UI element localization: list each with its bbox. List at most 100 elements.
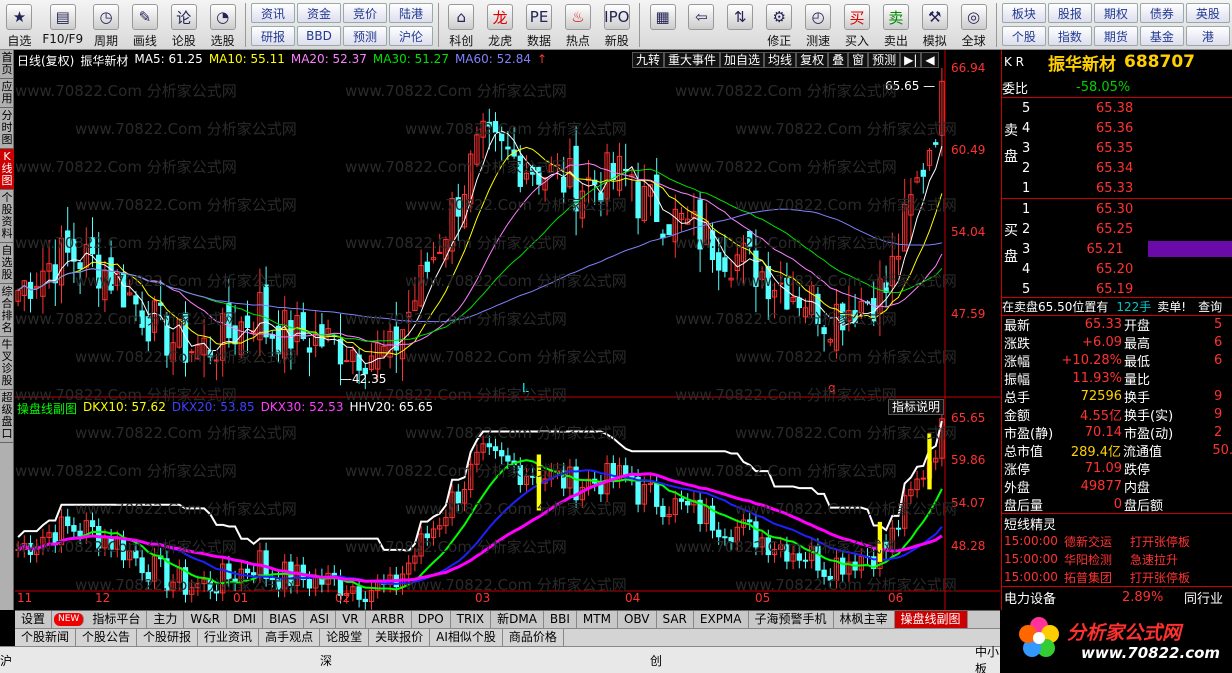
indicator-tab[interactable]: 子海预警手机 bbox=[749, 611, 834, 628]
info-tab[interactable]: 商品价格 bbox=[503, 629, 564, 646]
info-tab[interactable]: 高手观点 bbox=[259, 629, 321, 646]
chart-tool-button[interactable]: 预测 bbox=[868, 52, 901, 68]
buy-price[interactable]: 65.21 bbox=[1086, 242, 1123, 257]
vtab-item[interactable]: 自选股 bbox=[0, 243, 14, 284]
toolbar-kechuang-button[interactable]: ⌂ 科创 bbox=[442, 0, 481, 49]
indicator-tab[interactable]: EXPMA bbox=[694, 611, 749, 628]
chart-tool-button[interactable]: 重大事件 bbox=[664, 52, 721, 68]
kline-chart-svg[interactable]: 66.94 60.49 54.04 47.59 65.65 59.86 54.07 48.28… bbox=[15, 50, 1000, 610]
toolbar-small-button[interactable]: 陆港 bbox=[388, 3, 433, 23]
sector-name[interactable]: 电力设备 bbox=[1002, 588, 1122, 607]
sell-price[interactable]: 65.33 bbox=[1096, 181, 1133, 196]
toolbar-market-button[interactable]: 期权 bbox=[1093, 3, 1138, 23]
toolbar-market-button[interactable]: 英股 bbox=[1185, 3, 1230, 23]
vtab-item[interactable]: 首页 bbox=[0, 50, 14, 79]
query-link[interactable]: 查询 bbox=[1198, 298, 1222, 315]
indicator-tab[interactable]: DPO bbox=[412, 611, 451, 628]
vtab-item[interactable]: 超级盘口 bbox=[0, 390, 14, 443]
toolbar-small-button[interactable]: 资金 bbox=[296, 3, 341, 23]
chart-tool-button[interactable]: 加自选 bbox=[720, 52, 765, 68]
indicator-tab[interactable]: TRIX bbox=[451, 611, 492, 628]
indicator-tab[interactable]: ASI bbox=[304, 611, 337, 628]
indicator-tab[interactable]: 指标平台 bbox=[86, 611, 148, 628]
sell-price[interactable]: 65.34 bbox=[1096, 161, 1133, 176]
toolbar-discuss-button[interactable]: 论论股 bbox=[164, 0, 203, 49]
toolbar-small-button[interactable]: 沪伦 bbox=[388, 26, 433, 46]
toolbar-small-button[interactable]: 竞价 bbox=[342, 3, 387, 23]
short-stock[interactable]: 华阳检测 bbox=[1064, 551, 1130, 568]
toolbar-market-button[interactable]: 基金 bbox=[1139, 26, 1184, 46]
buy-price[interactable]: 65.30 bbox=[1096, 202, 1133, 217]
chart-tool-button[interactable]: ◀ bbox=[921, 52, 939, 68]
indicator-tab[interactable]: DMI bbox=[227, 611, 264, 628]
toolbar-market-button[interactable]: 指数 bbox=[1047, 26, 1092, 46]
toolbar-hammer-button[interactable]: ⚒ 模拟 bbox=[915, 0, 954, 49]
short-stock[interactable]: 德新交运 bbox=[1064, 533, 1130, 550]
chart-tool-button[interactable]: ▶| bbox=[900, 52, 922, 68]
indicator-tab[interactable]: MTM bbox=[577, 611, 618, 628]
vtab-item[interactable]: 个股资料 bbox=[0, 190, 14, 243]
toolbar-small-button[interactable]: 资讯 bbox=[250, 3, 295, 23]
indicator-tab[interactable]: 设置 bbox=[15, 611, 53, 628]
market-status-item[interactable]: 创 bbox=[650, 652, 662, 669]
info-tab[interactable]: 个股新闻 bbox=[15, 629, 77, 646]
toolbar-windows-button[interactable]: ▦ bbox=[643, 0, 682, 49]
info-tab[interactable]: 个股研报 bbox=[137, 629, 199, 646]
toolbar-buy-button[interactable]: 买买入 bbox=[838, 0, 877, 49]
chart-tool-button[interactable]: 叠 bbox=[828, 52, 849, 68]
sell-price[interactable]: 65.35 bbox=[1096, 141, 1133, 156]
vtab-item[interactable]: 分时图 bbox=[0, 108, 14, 149]
same-industry-button[interactable]: 同行业 bbox=[1184, 588, 1223, 607]
chart-tool-button[interactable]: 复权 bbox=[796, 52, 829, 68]
indicator-help-button[interactable]: 指标说明 bbox=[888, 399, 945, 415]
toolbar-clock-button[interactable]: ◷ 周期 bbox=[87, 0, 126, 49]
vtab-item[interactable]: 应用 bbox=[0, 79, 14, 108]
indicator-tab[interactable]: 林枫主宰 bbox=[834, 611, 895, 628]
toolbar-market-button[interactable]: 板块 bbox=[1001, 3, 1046, 23]
buy-price[interactable]: 65.20 bbox=[1096, 262, 1133, 277]
info-tab[interactable]: 论股堂 bbox=[320, 629, 370, 646]
indicator-tab[interactable]: BIAS bbox=[263, 611, 304, 628]
indicator-tab[interactable]: NEW bbox=[54, 613, 85, 626]
toolbar-small-button[interactable]: 研报 bbox=[250, 26, 295, 46]
toolbar-small-button[interactable]: 预测 bbox=[342, 26, 387, 46]
market-status-item[interactable]: 沪 bbox=[0, 652, 12, 669]
market-status-item[interactable]: 深 bbox=[320, 652, 332, 669]
info-tab[interactable]: 个股公告 bbox=[76, 629, 138, 646]
chart-tool-button[interactable]: 均线 bbox=[764, 52, 797, 68]
toolbar-hot-button[interactable]: ♨ 热点 bbox=[559, 0, 598, 49]
indicator-tab[interactable]: OBV bbox=[618, 611, 657, 628]
indicator-tab[interactable]: VR bbox=[336, 611, 366, 628]
info-tab[interactable]: 行业资讯 bbox=[198, 629, 260, 646]
toolbar-globe-button[interactable]: ◎ 全球 bbox=[954, 0, 993, 49]
toolbar-market-button[interactable]: 个股 bbox=[1001, 26, 1046, 46]
toolbar-speed-button[interactable]: ◴ 测速 bbox=[799, 0, 838, 49]
info-tab[interactable]: AI相似个股 bbox=[430, 629, 503, 646]
sell-price[interactable]: 65.36 bbox=[1096, 121, 1133, 136]
buy-price[interactable]: 65.25 bbox=[1096, 222, 1133, 237]
toolbar-fix-button[interactable]: ⚙ 修正 bbox=[760, 0, 799, 49]
indicator-tab[interactable]: 新DMA bbox=[491, 611, 544, 628]
chart-tool-button[interactable]: 九转 bbox=[632, 52, 665, 68]
toolbar-market-button[interactable]: 港 bbox=[1185, 26, 1230, 46]
toolbar-market-button[interactable]: 债券 bbox=[1139, 3, 1184, 23]
chart-tool-button[interactable]: 窗 bbox=[848, 52, 869, 68]
buy-price[interactable]: 65.19 bbox=[1096, 282, 1133, 297]
indicator-tab[interactable]: W&R bbox=[184, 611, 227, 628]
toolbar-back-arrow-button[interactable]: ⇦ bbox=[682, 0, 721, 49]
toolbar-document-button[interactable]: ▤ F10/F9 bbox=[39, 0, 87, 49]
vtab-item[interactable]: K线图 bbox=[0, 149, 14, 190]
short-stock[interactable]: 拓普集团 bbox=[1064, 569, 1130, 586]
toolbar-up-down-button[interactable]: ⇅ bbox=[721, 0, 760, 49]
toolbar-chart-select-button[interactable]: ◔ 选股 bbox=[203, 0, 242, 49]
market-status-item[interactable]: 中小板 bbox=[975, 643, 1000, 673]
toolbar-star-button[interactable]: ★ 自选 bbox=[0, 0, 39, 49]
toolbar-market-button[interactable]: 股报 bbox=[1047, 3, 1092, 23]
toolbar-dragon-button[interactable]: 龙龙虎 bbox=[481, 0, 520, 49]
vtab-item[interactable]: 牛叉诊股 bbox=[0, 337, 14, 390]
indicator-tab[interactable]: 主力 bbox=[147, 611, 185, 628]
toolbar-market-button[interactable]: 期货 bbox=[1093, 26, 1138, 46]
indicator-tab[interactable]: BBI bbox=[544, 611, 577, 628]
indicator-tab[interactable]: ARBR bbox=[366, 611, 412, 628]
toolbar-pen-button[interactable]: ✎ 画线 bbox=[125, 0, 164, 49]
